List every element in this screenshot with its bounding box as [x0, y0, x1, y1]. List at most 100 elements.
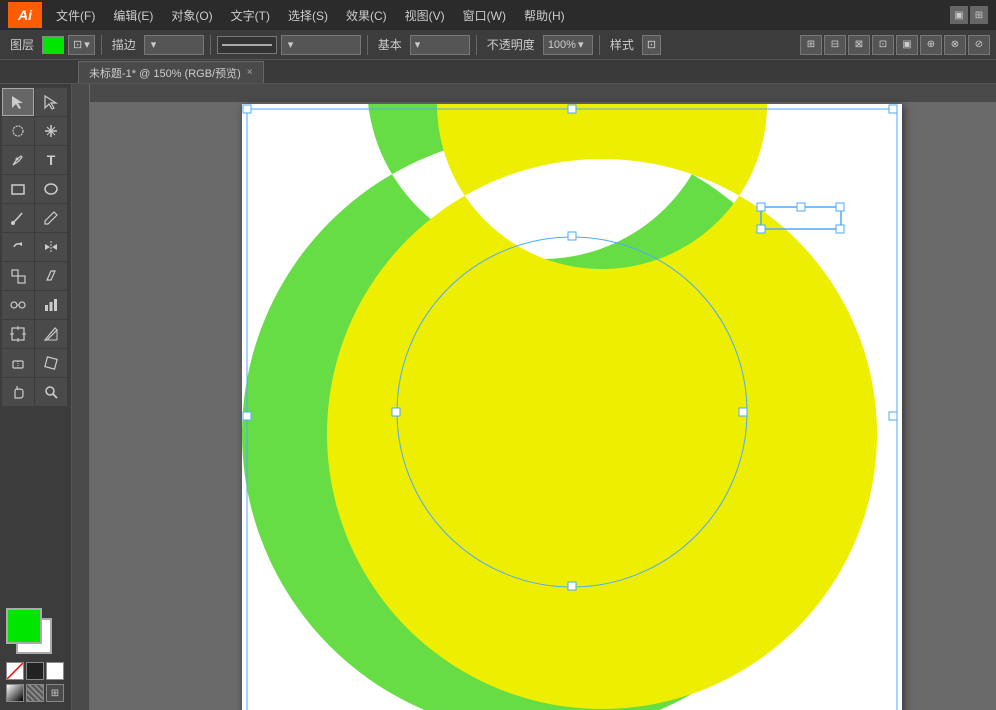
menu-file[interactable]: 文件(F) — [48, 4, 103, 27]
menu-object[interactable]: 对象(O) — [163, 4, 220, 27]
menu-text[interactable]: 文字(T) — [223, 4, 278, 27]
tb-icon-2[interactable]: ⊟ — [824, 35, 846, 55]
white-swatch[interactable] — [46, 662, 64, 680]
chart-tool[interactable] — [35, 291, 67, 319]
basic-label: 基本 — [374, 36, 406, 53]
text-tool[interactable]: T — [35, 146, 67, 174]
zoom-tool[interactable] — [35, 378, 67, 406]
stroke-style-dropdown[interactable]: ▾ — [281, 35, 361, 55]
stroke-style-chevron: ▾ — [288, 38, 294, 51]
pencil-tool[interactable] — [35, 204, 67, 232]
canvas-area[interactable]: /* ticks */ — [72, 84, 996, 710]
menu-view[interactable]: 视图(V) — [397, 4, 453, 27]
gradient-swatch[interactable] — [6, 684, 24, 702]
extra-swatches: ⊞ — [6, 684, 65, 702]
menu-bar: 文件(F) 编辑(E) 对象(O) 文字(T) 选择(S) 效果(C) 视图(V… — [48, 4, 944, 27]
left-toolbar: T — [0, 84, 72, 710]
sep4 — [476, 35, 477, 55]
stroke-label: 描边 — [108, 36, 140, 53]
opacity-dropdown[interactable]: 100% ▾ — [543, 35, 593, 55]
toolbar-icons: ⊞ ⊟ ⊠ ⊡ ▣ ⊕ ⊗ ⊘ — [800, 35, 990, 55]
sep2 — [210, 35, 211, 55]
tb-icon-5[interactable]: ▣ — [896, 35, 918, 55]
ellipse-tool[interactable] — [35, 175, 67, 203]
rect-tool[interactable] — [2, 175, 34, 203]
tb-icon-3[interactable]: ⊠ — [848, 35, 870, 55]
stroke-chevron: ▾ — [151, 38, 157, 51]
blend-tool[interactable] — [2, 291, 34, 319]
small-swatches — [6, 662, 65, 680]
tb-icon-8[interactable]: ⊘ — [968, 35, 990, 55]
tab-bar: 未标题-1* @ 150% (RGB/预览) × — [0, 60, 996, 84]
tb-icon-7[interactable]: ⊗ — [944, 35, 966, 55]
window-btn-1[interactable]: ▣ — [950, 6, 968, 24]
tool-row-10 — [2, 349, 69, 377]
eraser-tool[interactable] — [2, 349, 34, 377]
opacity-label: 不透明度 — [483, 36, 539, 53]
options-toolbar: 图层 ⊡ ▾ 描边 ▾ ▾ 基本 ▾ 不透明度 100% ▾ 样式 ⊡ ⊞ ⊟ … — [0, 30, 996, 60]
layer-label: 图层 — [6, 36, 38, 53]
tool-row-3: T — [2, 146, 69, 174]
style-btn[interactable]: ⊡ — [642, 35, 661, 55]
color-swatches — [6, 608, 70, 658]
tool-row-2 — [2, 117, 69, 145]
layer-color-swatch[interactable] — [42, 36, 64, 54]
tool-row-5 — [2, 204, 69, 232]
layer-options-btn[interactable]: ⊡ ▾ — [68, 35, 95, 55]
stroke-preview — [217, 36, 277, 54]
pen-tool[interactable] — [2, 146, 34, 174]
tab-close-btn[interactable]: × — [247, 67, 253, 78]
menu-help[interactable]: 帮助(H) — [516, 4, 573, 27]
window-btn-2[interactable]: ⊞ — [970, 6, 988, 24]
menu-select[interactable]: 选择(S) — [280, 4, 336, 27]
stroke-line — [222, 44, 272, 46]
hand-tool[interactable] — [2, 378, 34, 406]
menu-effect[interactable]: 效果(C) — [338, 4, 395, 27]
shear-tool[interactable] — [35, 262, 67, 290]
tool-row-6 — [2, 233, 69, 261]
basic-chevron: ▾ — [415, 38, 421, 51]
tb-icon-4[interactable]: ⊡ — [872, 35, 894, 55]
select-tool[interactable] — [2, 88, 34, 116]
tool-row-8 — [2, 291, 69, 319]
artboard-swatch[interactable]: ⊞ — [46, 684, 64, 702]
tool-row-9 — [2, 320, 69, 348]
tool-row-4 — [2, 175, 69, 203]
reflect-tool[interactable] — [35, 233, 67, 261]
none-swatch[interactable] — [6, 662, 24, 680]
opacity-chevron: ▾ — [578, 38, 584, 51]
style-label: 样式 — [606, 36, 638, 53]
title-bar: Ai 文件(F) 编辑(E) 对象(O) 文字(T) 选择(S) 效果(C) 视… — [0, 0, 996, 30]
rotate-tool[interactable] — [2, 233, 34, 261]
tool-row-7 — [2, 262, 69, 290]
main-area: T — [0, 84, 996, 710]
magic-wand-tool[interactable] — [35, 117, 67, 145]
tool-row-11 — [2, 378, 69, 406]
style-icon: ⊡ — [647, 38, 656, 51]
layer-chevron: ▾ — [84, 38, 90, 51]
color-area: ⊞ — [2, 604, 69, 706]
pattern-swatch[interactable] — [26, 684, 44, 702]
lasso-tool[interactable] — [2, 117, 34, 145]
document-tab[interactable]: 未标题-1* @ 150% (RGB/预览) × — [78, 61, 264, 83]
tool-row-1 — [2, 88, 69, 116]
sep5 — [599, 35, 600, 55]
sep3 — [367, 35, 368, 55]
ruler-horizontal: /* ticks */ — [72, 84, 996, 102]
app-logo: Ai — [8, 2, 42, 28]
slice-tool[interactable] — [35, 320, 67, 348]
tb-icon-6[interactable]: ⊕ — [920, 35, 942, 55]
direct-select-tool[interactable] — [35, 88, 67, 116]
black-swatch[interactable] — [26, 662, 44, 680]
artboard-tool[interactable] — [2, 320, 34, 348]
scale-tool[interactable] — [2, 262, 34, 290]
brush-tool[interactable] — [2, 204, 34, 232]
artwork-svg — [242, 104, 902, 710]
stroke-dropdown[interactable]: ▾ — [144, 35, 204, 55]
tb-icon-1[interactable]: ⊞ — [800, 35, 822, 55]
menu-edit[interactable]: 编辑(E) — [105, 4, 161, 27]
menu-window[interactable]: 窗口(W) — [455, 4, 514, 27]
free-transform-tool[interactable] — [35, 349, 67, 377]
foreground-color-swatch[interactable] — [6, 608, 42, 644]
basic-dropdown[interactable]: ▾ — [410, 35, 470, 55]
